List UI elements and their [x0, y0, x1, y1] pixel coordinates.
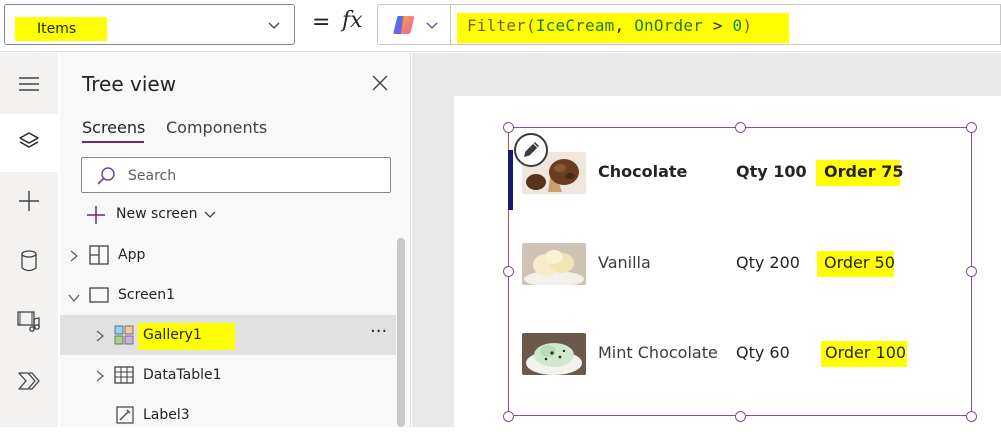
active-tab-underline	[82, 141, 144, 143]
close-icon[interactable]	[372, 75, 388, 95]
formula-function: Filter	[467, 16, 526, 35]
copilot-chevron-icon	[424, 17, 440, 37]
media-icon	[17, 310, 41, 336]
resize-handle[interactable]	[503, 122, 514, 133]
resize-handle[interactable]	[966, 411, 977, 422]
hamburger-menu-button[interactable]	[0, 57, 58, 115]
formula-field: OnOrder	[634, 16, 704, 35]
copilot-icon	[392, 14, 416, 40]
resize-handle[interactable]	[735, 122, 746, 133]
tree-item-gallery1[interactable]: Gallery1 ···	[60, 315, 396, 355]
resize-handle[interactable]	[503, 266, 514, 277]
search-icon	[96, 166, 116, 190]
property-dropdown[interactable]: Items	[4, 4, 295, 45]
layers-icon	[18, 130, 40, 156]
equals-sign: =	[312, 10, 331, 35]
selected-item-indicator	[508, 150, 513, 210]
datatable-icon	[114, 366, 134, 388]
copilot-button[interactable]	[377, 4, 451, 45]
resize-handle[interactable]	[966, 266, 977, 277]
chevron-down-icon	[266, 17, 282, 37]
database-icon	[20, 250, 38, 276]
gallery-icon	[114, 325, 134, 349]
tree-item-label: DataTable1	[143, 367, 222, 383]
formula-paren-close: )	[742, 16, 753, 35]
power-automate-icon	[18, 371, 40, 395]
chevron-down-icon[interactable]	[67, 289, 81, 308]
tree-item-label: App	[118, 247, 146, 263]
chevron-right-icon[interactable]	[68, 248, 80, 267]
tree-item-label: Gallery1	[143, 327, 202, 343]
chevron-down-icon	[202, 206, 218, 226]
label-icon	[116, 406, 134, 428]
media-button[interactable]	[0, 294, 58, 352]
app-icon	[89, 245, 109, 269]
formula-bar: Items = fx Filter(IceCream, OnOrder > 0)	[0, 0, 1001, 52]
formula-number: 0	[732, 16, 743, 35]
tree-view-button[interactable]	[0, 114, 58, 172]
formula-comma: ,	[614, 16, 635, 35]
tree-item-label: Screen1	[118, 287, 176, 303]
tab-screens[interactable]: Screens	[82, 118, 145, 137]
tree-item-screen1[interactable]: Screen1	[60, 275, 396, 315]
resize-handle[interactable]	[503, 411, 514, 422]
tree-item-label3[interactable]: Label3	[60, 395, 396, 435]
tree-item-app[interactable]: App	[60, 235, 396, 275]
left-rail	[0, 53, 58, 427]
new-screen-label: New screen	[116, 206, 198, 222]
property-value: Items	[37, 21, 77, 37]
tree-scrollbar[interactable]	[397, 238, 405, 427]
formula-operator: >	[703, 16, 733, 35]
fx-icon[interactable]: fx	[342, 8, 363, 33]
search-input[interactable]: Search	[81, 157, 391, 193]
formula-paren-open: (	[526, 16, 536, 35]
edit-gallery-icon[interactable]	[514, 133, 548, 167]
chevron-right-icon[interactable]	[94, 328, 106, 347]
plus-icon	[86, 205, 106, 229]
tree-view-title: Tree view	[82, 72, 177, 96]
power-automate-button[interactable]	[0, 354, 58, 412]
tree-item-label: Label3	[143, 407, 190, 423]
plus-icon	[18, 190, 40, 216]
resize-handle[interactable]	[735, 411, 746, 422]
hamburger-menu-icon	[18, 76, 40, 96]
data-button[interactable]	[0, 234, 58, 292]
search-placeholder: Search	[128, 168, 177, 184]
insert-button[interactable]	[0, 174, 58, 232]
tab-components[interactable]: Components	[166, 118, 267, 137]
tree-view-panel: Tree view Screens Components Search New …	[60, 53, 411, 427]
formula-input[interactable]: Filter(IceCream, OnOrder > 0)	[451, 4, 1001, 45]
screen-icon	[89, 287, 109, 307]
formula-table: IceCream	[535, 16, 615, 35]
resize-handle[interactable]	[966, 122, 977, 133]
gallery-selection-frame[interactable]	[508, 127, 972, 416]
chevron-right-icon[interactable]	[94, 368, 106, 387]
more-options-icon[interactable]: ···	[370, 321, 387, 342]
formula-text: Filter(IceCream, OnOrder > 0)	[467, 16, 752, 35]
tree-item-datatable1[interactable]: DataTable1	[60, 355, 396, 395]
